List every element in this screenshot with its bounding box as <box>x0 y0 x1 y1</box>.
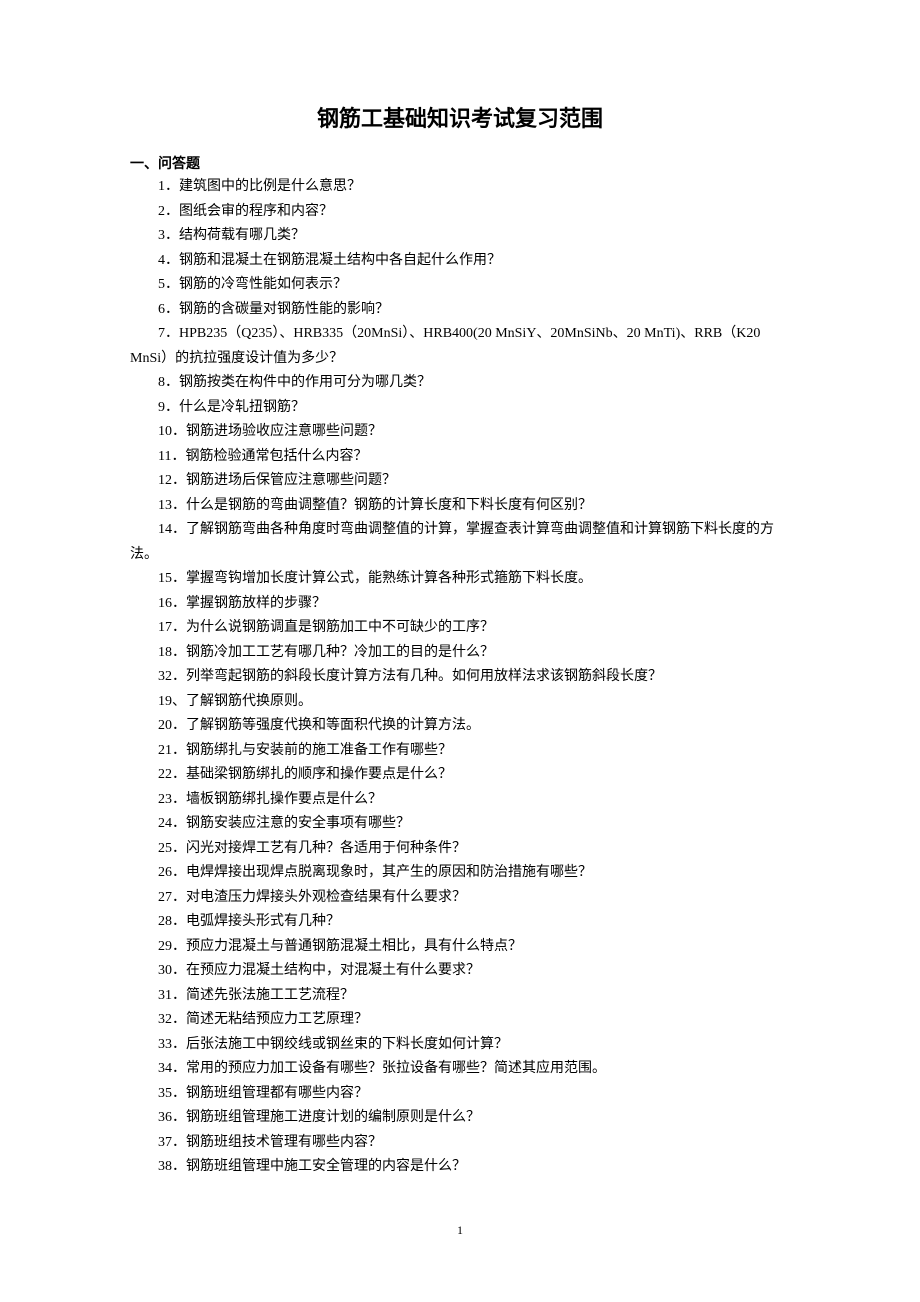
question-item: 16．掌握钢筋放样的步骤？ <box>130 592 790 617</box>
question-item: 28．电弧焊接头形式有几种？ <box>130 910 790 935</box>
question-item: 19、了解钢筋代换原则。 <box>130 690 790 715</box>
question-item: 17．为什么说钢筋调直是钢筋加工中不可缺少的工序？ <box>130 616 790 641</box>
question-item: 3．结构荷载有哪几类？ <box>130 224 790 249</box>
question-item: 35．钢筋班组管理都有哪些内容？ <box>130 1082 790 1107</box>
question-item: 20．了解钢筋等强度代换和等面积代换的计算方法。 <box>130 714 790 739</box>
question-item: 5．钢筋的冷弯性能如何表示？ <box>130 273 790 298</box>
section-header: 一、问答题 <box>130 151 790 176</box>
question-item: 1．建筑图中的比例是什么意思？ <box>130 175 790 200</box>
page-number: 1 <box>130 1220 790 1241</box>
question-item: 6．钢筋的含碳量对钢筋性能的影响？ <box>130 298 790 323</box>
question-item: 25．闪光对接焊工艺有几种？各适用于何种条件？ <box>130 837 790 862</box>
question-item: 36．钢筋班组管理施工进度计划的编制原则是什么？ <box>130 1106 790 1131</box>
question-item: 30．在预应力混凝土结构中，对混凝土有什么要求？ <box>130 959 790 984</box>
question-item: 2．图纸会审的程序和内容？ <box>130 200 790 225</box>
question-item: 14．了解钢筋弯曲各种角度时弯曲调整值的计算，掌握查表计算弯曲调整值和计算钢筋下… <box>130 518 790 567</box>
question-item: 10．钢筋进场验收应注意哪些问题？ <box>130 420 790 445</box>
question-item: 21．钢筋绑扎与安装前的施工准备工作有哪些？ <box>130 739 790 764</box>
question-item: 38．钢筋班组管理中施工安全管理的内容是什么？ <box>130 1155 790 1180</box>
question-item: 22．基础梁钢筋绑扎的顺序和操作要点是什么？ <box>130 763 790 788</box>
page-title: 钢筋工基础知识考试复习范围 <box>130 100 790 139</box>
question-item: 24．钢筋安装应注意的安全事项有哪些？ <box>130 812 790 837</box>
question-item: 12．钢筋进场后保管应注意哪些问题？ <box>130 469 790 494</box>
question-item: 4．钢筋和混凝土在钢筋混凝土结构中各自起什么作用？ <box>130 249 790 274</box>
question-item: 37．钢筋班组技术管理有哪些内容？ <box>130 1131 790 1156</box>
question-item: 9．什么是冷轧扭钢筋？ <box>130 396 790 421</box>
question-item: 11．钢筋检验通常包括什么内容？ <box>130 445 790 470</box>
question-item: 7．HPB235（Q235）、HRB335（20MnSi）、HRB400(20 … <box>130 322 790 371</box>
question-item: 13．什么是钢筋的弯曲调整值？钢筋的计算长度和下料长度有何区别？ <box>130 494 790 519</box>
question-item: 29．预应力混凝土与普通钢筋混凝土相比，具有什么特点？ <box>130 935 790 960</box>
question-item: 32．简述无粘结预应力工艺原理？ <box>130 1008 790 1033</box>
question-item: 27．对电渣压力焊接头外观检查结果有什么要求？ <box>130 886 790 911</box>
question-item: 15．掌握弯钩增加长度计算公式，能熟练计算各种形式箍筋下料长度。 <box>130 567 790 592</box>
question-item: 8．钢筋按类在构件中的作用可分为哪几类？ <box>130 371 790 396</box>
question-item: 31．简述先张法施工工艺流程？ <box>130 984 790 1009</box>
question-item: 33．后张法施工中钢绞线或钢丝束的下料长度如何计算？ <box>130 1033 790 1058</box>
question-item: 18．钢筋冷加工工艺有哪几种？冷加工的目的是什么？ <box>130 641 790 666</box>
question-item: 23．墙板钢筋绑扎操作要点是什么？ <box>130 788 790 813</box>
question-item: 32．列举弯起钢筋的斜段长度计算方法有几种。如何用放样法求该钢筋斜段长度？ <box>130 665 790 690</box>
question-item: 26．电焊焊接出现焊点脱离现象时，其产生的原因和防治措施有哪些？ <box>130 861 790 886</box>
question-item: 34．常用的预应力加工设备有哪些？张拉设备有哪些？简述其应用范围。 <box>130 1057 790 1082</box>
